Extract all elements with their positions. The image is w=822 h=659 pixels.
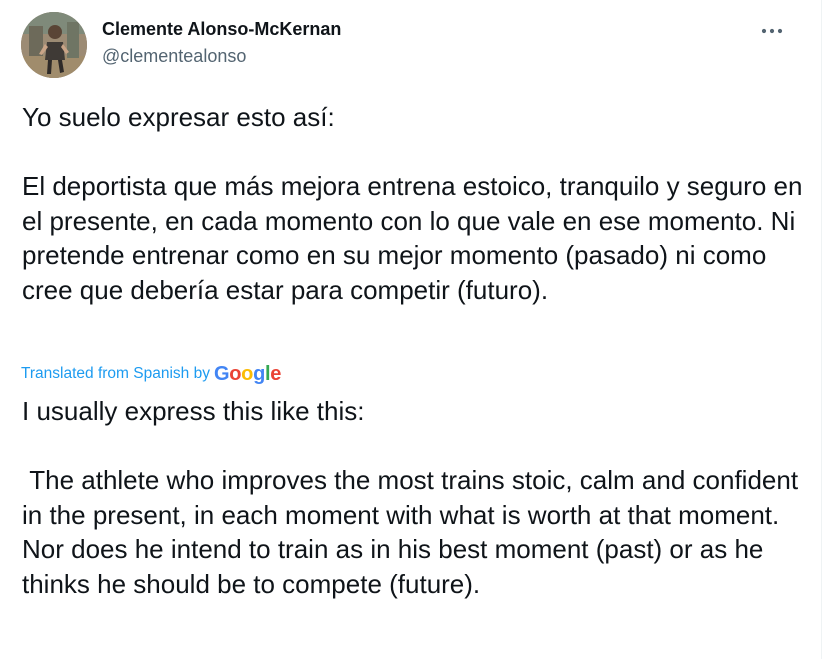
author-display-name[interactable]: Clemente Alonso-McKernan [102,19,341,40]
translation-credit-label: Translated from Spanish by [21,365,210,382]
author-handle[interactable]: @clementealonso [102,46,246,67]
google-logo: Google [213,362,282,385]
avatar[interactable] [21,12,87,78]
user-avatar-photo-icon [21,12,87,78]
tweet-translated-text: I usually express this like this: The at… [22,396,799,599]
tweet-card: Clemente Alonso-McKernan @clementealonso… [0,0,822,659]
translation-credit-link[interactable]: Translated from Spanish by Google [21,363,281,385]
more-options-button[interactable] [754,16,790,46]
tweet-original-text: Yo suelo expresar esto así: El deportist… [22,102,803,305]
more-horizontal-icon [761,28,783,34]
